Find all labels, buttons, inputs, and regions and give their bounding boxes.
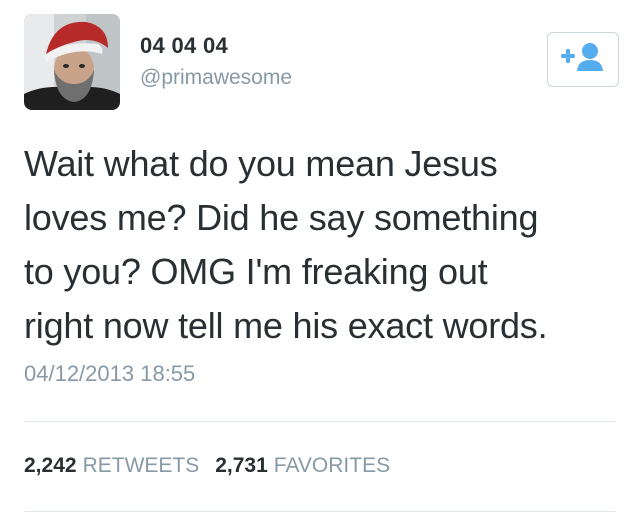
add-user-icon [559,41,607,78]
tweet-stats: 2,242 RETWEETS 2,731 FAVORITES [24,454,390,478]
avatar[interactable] [24,14,120,110]
favorites-label: FAVORITES [273,454,391,477]
avatar-photo [24,14,120,110]
favorites-count: 2,731 [215,454,268,477]
favorites-stat[interactable]: 2,731 FAVORITES [215,454,390,478]
retweets-count: 2,242 [24,454,77,477]
display-name[interactable]: 04 04 04 [140,33,228,59]
tweet-timestamp[interactable]: 04/12/2013 18:55 [24,361,195,387]
retweets-label: RETWEETS [82,454,200,477]
user-handle[interactable]: @primawesome [140,66,292,90]
tweet-text: Wait what do you mean Jesus loves me? Di… [24,143,548,346]
divider-bottom [24,511,616,512]
retweets-stat[interactable]: 2,242 RETWEETS [24,454,199,478]
divider-top [24,421,616,422]
follow-button[interactable] [547,32,619,87]
